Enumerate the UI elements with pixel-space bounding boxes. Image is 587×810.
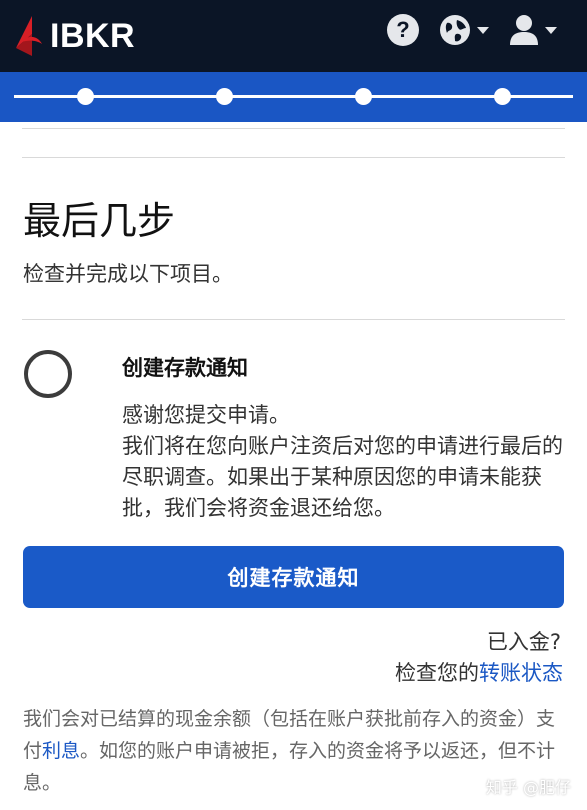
help-button[interactable]: ? — [387, 12, 419, 48]
logo-text: IBKR — [50, 16, 136, 55]
task-description: 感谢您提交申请。 我们将在您向账户注资后对您的申请进行最后的尽职调查。如果出于某… — [122, 403, 563, 520]
progress-step-dot — [77, 88, 94, 105]
help-icon: ? — [387, 14, 419, 46]
funded-question: 已入金? — [486, 630, 561, 654]
language-menu[interactable] — [439, 12, 489, 48]
progress-line — [14, 95, 573, 98]
progress-step-dot — [494, 88, 511, 105]
user-menu[interactable] — [509, 12, 557, 48]
divider — [22, 128, 565, 129]
interest-link[interactable]: 利息 — [42, 740, 80, 762]
check-transfer-status: 检查您的转账状态 — [395, 657, 563, 687]
transfer-status-link[interactable]: 转账状态 — [479, 661, 563, 685]
check-prefix: 检查您的 — [395, 661, 479, 685]
application-progress — [0, 72, 587, 122]
chevron-down-icon — [545, 26, 557, 34]
chevron-down-icon — [477, 26, 489, 34]
divider — [22, 319, 565, 320]
task-title: 创建存款通知 — [122, 356, 248, 380]
task-status-circle — [24, 350, 72, 398]
ibkr-logo[interactable]: IBKR — [12, 14, 135, 58]
top-navigation-bar: IBKR ? — [0, 0, 587, 72]
ibkr-logo-icon — [16, 16, 42, 56]
progress-step-dot — [216, 88, 233, 105]
progress-step-dot — [355, 88, 372, 105]
divider — [22, 157, 565, 158]
watermark: 知乎 @肥仔 — [485, 778, 571, 797]
user-icon — [510, 15, 538, 45]
page-title: 最后几步 — [23, 199, 176, 243]
page-subtitle: 检查并完成以下项目。 — [23, 262, 233, 286]
globe-icon — [440, 15, 470, 45]
header-actions: ? — [387, 12, 557, 48]
create-deposit-notification-button[interactable]: 创建存款通知 — [23, 546, 564, 608]
note-suffix: 。如您的账户申请被拒，存入的资金将予以返还，但不计息。 — [23, 740, 556, 794]
